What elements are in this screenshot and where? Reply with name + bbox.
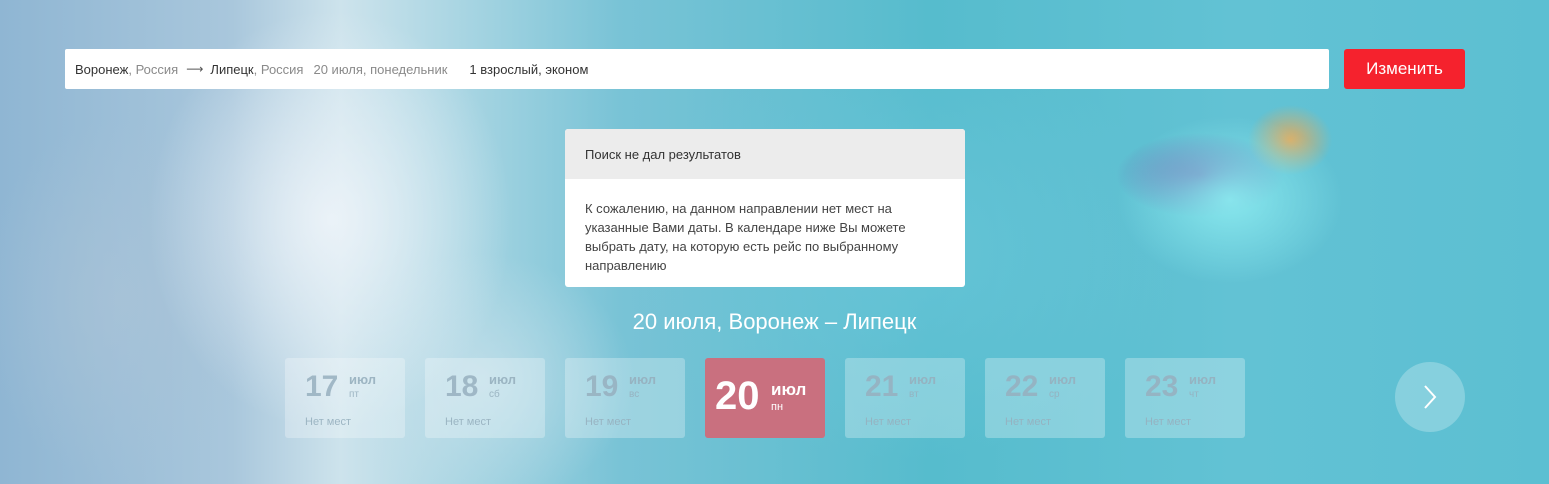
day-month: июл — [1049, 372, 1077, 387]
notice-title: Поиск не дал результатов — [565, 129, 965, 179]
day-weekday: вт — [909, 389, 919, 400]
calendar-day[interactable]: 21 июл вт Нет мест — [845, 358, 965, 438]
calendar-day[interactable]: 22 июл ср Нет мест — [985, 358, 1105, 438]
day-month: июл — [629, 372, 657, 387]
notice-message: К сожалению, на данном направлении нет м… — [585, 201, 906, 273]
day-status: Нет мест — [585, 416, 632, 428]
day-number: 20 — [715, 374, 760, 418]
next-dates-button[interactable] — [1395, 362, 1465, 432]
day-number: 23 — [1145, 370, 1179, 403]
day-weekday: сб — [489, 389, 500, 400]
day-weekday: ср — [1049, 389, 1060, 400]
day-number: 21 — [865, 370, 899, 403]
day-weekday: вс — [629, 389, 640, 400]
route-title: 20 июля, Воронеж – Липецк — [632, 309, 917, 334]
calendar-day[interactable]: 17 июл пт Нет мест — [285, 358, 405, 438]
calendar-day[interactable]: 23 июл чт Нет мест — [1125, 358, 1245, 438]
day-number: 22 — [1005, 370, 1039, 403]
day-month: июл — [771, 380, 807, 399]
day-status: Нет мест — [1005, 416, 1052, 428]
day-month: июл — [909, 372, 937, 387]
no-results-notice: Поиск не дал результатов К сожалению, на… — [565, 129, 965, 287]
day-status: Нет мест — [1145, 416, 1192, 428]
calendar-day[interactable]: 18 июл сб Нет мест — [425, 358, 545, 438]
arrow-right-icon: ⟶ — [186, 62, 203, 76]
chevron-right-icon — [1424, 385, 1437, 409]
to-country: Россия — [260, 61, 304, 77]
day-status: Нет мест — [305, 416, 352, 428]
from-city: Воронеж — [75, 61, 129, 77]
from-country: Россия — [135, 61, 179, 77]
search-summary-bar[interactable]: Воронеж, Россия ⟶ Липецк, Россия 20 июля… — [65, 49, 1329, 89]
day-weekday: чт — [1189, 389, 1199, 400]
day-status: Нет мест — [865, 416, 912, 428]
day-month: июл — [349, 372, 377, 387]
day-number: 18 — [445, 370, 479, 403]
day-month: июл — [489, 372, 517, 387]
travel-date: 20 июля, понедельник — [313, 61, 448, 77]
day-number: 17 — [305, 370, 339, 403]
passengers-class: 1 взрослый, эконом — [469, 61, 589, 77]
to-city: Липецк — [210, 61, 254, 77]
calendar-day-selected[interactable]: 20 июл пн — [705, 358, 825, 438]
day-weekday: пт — [349, 389, 359, 400]
day-weekday: пн — [771, 401, 784, 413]
day-month: июл — [1189, 372, 1217, 387]
change-search-button[interactable]: Изменить — [1344, 49, 1465, 89]
calendar-day[interactable]: 19 июл вс Нет мест — [565, 358, 685, 438]
day-status: Нет мест — [445, 416, 492, 428]
day-number: 19 — [585, 370, 619, 403]
